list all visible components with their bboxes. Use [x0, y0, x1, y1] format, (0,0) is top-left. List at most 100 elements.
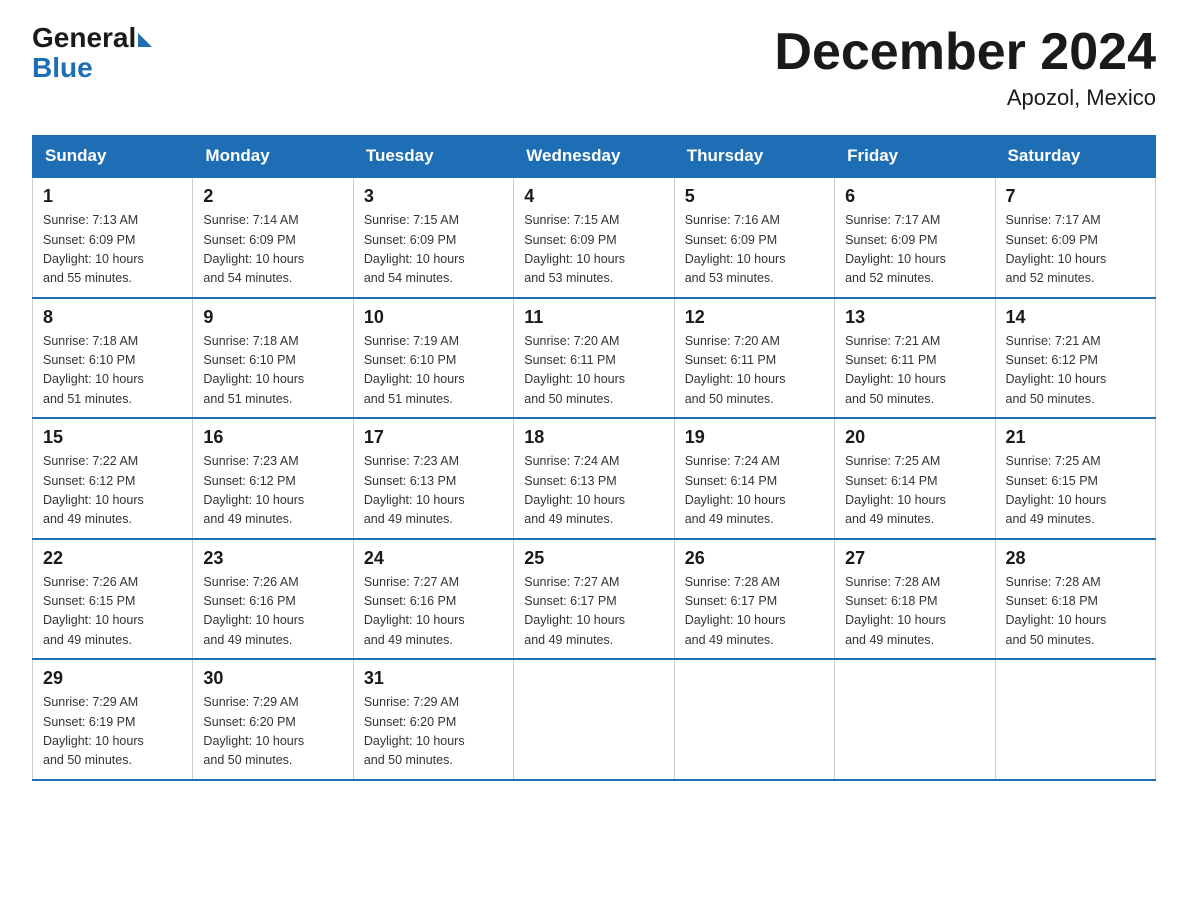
calendar-cell: 8 Sunrise: 7:18 AMSunset: 6:10 PMDaylight… — [33, 298, 193, 419]
day-number: 14 — [1006, 307, 1145, 328]
day-info: Sunrise: 7:18 AMSunset: 6:10 PMDaylight:… — [203, 332, 342, 410]
day-info: Sunrise: 7:28 AMSunset: 6:18 PMDaylight:… — [1006, 573, 1145, 651]
day-info: Sunrise: 7:17 AMSunset: 6:09 PMDaylight:… — [1006, 211, 1145, 289]
day-info: Sunrise: 7:28 AMSunset: 6:17 PMDaylight:… — [685, 573, 824, 651]
day-info: Sunrise: 7:18 AMSunset: 6:10 PMDaylight:… — [43, 332, 182, 410]
day-info: Sunrise: 7:15 AMSunset: 6:09 PMDaylight:… — [524, 211, 663, 289]
calendar-table: SundayMondayTuesdayWednesdayThursdayFrid… — [32, 135, 1156, 781]
day-info: Sunrise: 7:27 AMSunset: 6:16 PMDaylight:… — [364, 573, 503, 651]
day-info: Sunrise: 7:29 AMSunset: 6:20 PMDaylight:… — [203, 693, 342, 771]
day-number: 10 — [364, 307, 503, 328]
calendar-cell: 21 Sunrise: 7:25 AMSunset: 6:15 PMDayligh… — [995, 418, 1155, 539]
calendar-cell — [674, 659, 834, 780]
logo-general-text: General — [32, 24, 136, 52]
logo-blue-text: Blue — [32, 52, 93, 84]
calendar-cell: 10 Sunrise: 7:19 AMSunset: 6:10 PMDayligh… — [353, 298, 513, 419]
day-number: 11 — [524, 307, 663, 328]
calendar-cell: 4Sunrise: 7:15 AMSunset: 6:09 PMDaylight… — [514, 177, 674, 298]
day-info: Sunrise: 7:29 AMSunset: 6:19 PMDaylight:… — [43, 693, 182, 771]
day-info: Sunrise: 7:14 AMSunset: 6:09 PMDaylight:… — [203, 211, 342, 289]
day-number: 5 — [685, 186, 824, 207]
calendar-week-row: 29 Sunrise: 7:29 AMSunset: 6:19 PMDayligh… — [33, 659, 1156, 780]
calendar-cell: 5Sunrise: 7:16 AMSunset: 6:09 PMDaylight… — [674, 177, 834, 298]
calendar-cell — [995, 659, 1155, 780]
calendar-cell — [514, 659, 674, 780]
day-number: 9 — [203, 307, 342, 328]
day-number: 20 — [845, 427, 984, 448]
day-number: 26 — [685, 548, 824, 569]
calendar-header-wednesday: Wednesday — [514, 136, 674, 178]
day-number: 12 — [685, 307, 824, 328]
calendar-cell — [835, 659, 995, 780]
day-number: 21 — [1006, 427, 1145, 448]
day-number: 30 — [203, 668, 342, 689]
calendar-cell: 12 Sunrise: 7:20 AMSunset: 6:11 PMDayligh… — [674, 298, 834, 419]
calendar-cell: 31 Sunrise: 7:29 AMSunset: 6:20 PMDayligh… — [353, 659, 513, 780]
day-number: 22 — [43, 548, 182, 569]
day-info: Sunrise: 7:24 AMSunset: 6:13 PMDaylight:… — [524, 452, 663, 530]
calendar-header-saturday: Saturday — [995, 136, 1155, 178]
logo-arrow-icon — [138, 33, 152, 47]
day-info: Sunrise: 7:17 AMSunset: 6:09 PMDaylight:… — [845, 211, 984, 289]
day-info: Sunrise: 7:23 AMSunset: 6:13 PMDaylight:… — [364, 452, 503, 530]
calendar-header-row: SundayMondayTuesdayWednesdayThursdayFrid… — [33, 136, 1156, 178]
calendar-week-row: 22Sunrise: 7:26 AMSunset: 6:15 PMDayligh… — [33, 539, 1156, 660]
day-info: Sunrise: 7:23 AMSunset: 6:12 PMDaylight:… — [203, 452, 342, 530]
calendar-header-friday: Friday — [835, 136, 995, 178]
calendar-cell: 16Sunrise: 7:23 AMSunset: 6:12 PMDayligh… — [193, 418, 353, 539]
day-number: 29 — [43, 668, 182, 689]
day-number: 18 — [524, 427, 663, 448]
day-number: 1 — [43, 186, 182, 207]
calendar-week-row: 1Sunrise: 7:13 AMSunset: 6:09 PMDaylight… — [33, 177, 1156, 298]
day-info: Sunrise: 7:22 AMSunset: 6:12 PMDaylight:… — [43, 452, 182, 530]
calendar-cell: 9 Sunrise: 7:18 AMSunset: 6:10 PMDaylight… — [193, 298, 353, 419]
calendar-header-monday: Monday — [193, 136, 353, 178]
calendar-cell: 20 Sunrise: 7:25 AMSunset: 6:14 PMDayligh… — [835, 418, 995, 539]
day-number: 15 — [43, 427, 182, 448]
day-number: 8 — [43, 307, 182, 328]
day-info: Sunrise: 7:20 AMSunset: 6:11 PMDaylight:… — [524, 332, 663, 410]
calendar-cell: 30 Sunrise: 7:29 AMSunset: 6:20 PMDayligh… — [193, 659, 353, 780]
calendar-week-row: 15 Sunrise: 7:22 AMSunset: 6:12 PMDayligh… — [33, 418, 1156, 539]
calendar-cell: 18 Sunrise: 7:24 AMSunset: 6:13 PMDayligh… — [514, 418, 674, 539]
day-info: Sunrise: 7:26 AMSunset: 6:16 PMDaylight:… — [203, 573, 342, 651]
calendar-cell: 24 Sunrise: 7:27 AMSunset: 6:16 PMDayligh… — [353, 539, 513, 660]
calendar-cell: 27Sunrise: 7:28 AMSunset: 6:18 PMDayligh… — [835, 539, 995, 660]
page-header: General Blue December 2024 Apozol, Mexic… — [32, 24, 1156, 111]
calendar-header-thursday: Thursday — [674, 136, 834, 178]
day-number: 24 — [364, 548, 503, 569]
calendar-title: December 2024 — [774, 24, 1156, 81]
calendar-cell: 28 Sunrise: 7:28 AMSunset: 6:18 PMDayligh… — [995, 539, 1155, 660]
day-number: 2 — [203, 186, 342, 207]
calendar-week-row: 8 Sunrise: 7:18 AMSunset: 6:10 PMDaylight… — [33, 298, 1156, 419]
day-number: 3 — [364, 186, 503, 207]
day-number: 31 — [364, 668, 503, 689]
day-info: Sunrise: 7:27 AMSunset: 6:17 PMDaylight:… — [524, 573, 663, 651]
day-number: 28 — [1006, 548, 1145, 569]
calendar-cell: 2 Sunrise: 7:14 AMSunset: 6:09 PMDaylight… — [193, 177, 353, 298]
day-info: Sunrise: 7:15 AMSunset: 6:09 PMDaylight:… — [364, 211, 503, 289]
day-info: Sunrise: 7:19 AMSunset: 6:10 PMDaylight:… — [364, 332, 503, 410]
logo: General Blue — [32, 24, 152, 84]
calendar-cell: 23Sunrise: 7:26 AMSunset: 6:16 PMDayligh… — [193, 539, 353, 660]
day-number: 6 — [845, 186, 984, 207]
day-info: Sunrise: 7:24 AMSunset: 6:14 PMDaylight:… — [685, 452, 824, 530]
calendar-cell: 6 Sunrise: 7:17 AMSunset: 6:09 PMDaylight… — [835, 177, 995, 298]
day-number: 17 — [364, 427, 503, 448]
calendar-cell: 19Sunrise: 7:24 AMSunset: 6:14 PMDayligh… — [674, 418, 834, 539]
calendar-cell: 1Sunrise: 7:13 AMSunset: 6:09 PMDaylight… — [33, 177, 193, 298]
day-info: Sunrise: 7:21 AMSunset: 6:12 PMDaylight:… — [1006, 332, 1145, 410]
calendar-cell: 7Sunrise: 7:17 AMSunset: 6:09 PMDaylight… — [995, 177, 1155, 298]
day-info: Sunrise: 7:29 AMSunset: 6:20 PMDaylight:… — [364, 693, 503, 771]
day-info: Sunrise: 7:25 AMSunset: 6:14 PMDaylight:… — [845, 452, 984, 530]
day-number: 13 — [845, 307, 984, 328]
calendar-cell: 25Sunrise: 7:27 AMSunset: 6:17 PMDayligh… — [514, 539, 674, 660]
calendar-header-tuesday: Tuesday — [353, 136, 513, 178]
title-block: December 2024 Apozol, Mexico — [774, 24, 1156, 111]
calendar-cell: 17 Sunrise: 7:23 AMSunset: 6:13 PMDayligh… — [353, 418, 513, 539]
day-info: Sunrise: 7:25 AMSunset: 6:15 PMDaylight:… — [1006, 452, 1145, 530]
calendar-cell: 22Sunrise: 7:26 AMSunset: 6:15 PMDayligh… — [33, 539, 193, 660]
calendar-cell: 29 Sunrise: 7:29 AMSunset: 6:19 PMDayligh… — [33, 659, 193, 780]
calendar-header-sunday: Sunday — [33, 136, 193, 178]
day-info: Sunrise: 7:20 AMSunset: 6:11 PMDaylight:… — [685, 332, 824, 410]
